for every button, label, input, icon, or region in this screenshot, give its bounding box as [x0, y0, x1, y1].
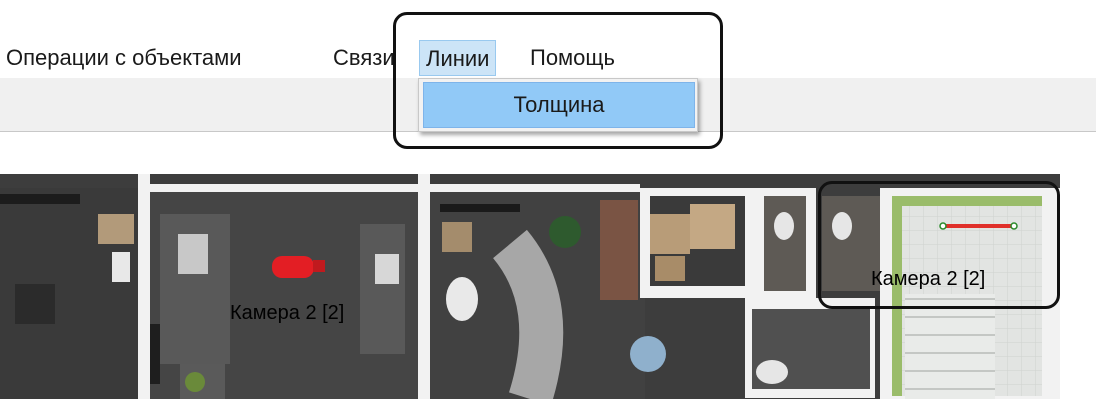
- menu-item-help[interactable]: Помощь: [530, 40, 615, 76]
- camera-label-right[interactable]: Камера 2 [2]: [871, 268, 985, 291]
- menu-item-thickness[interactable]: Толщина: [423, 82, 695, 128]
- camera-icon: [272, 256, 314, 278]
- menu-item-lines[interactable]: Линии: [419, 40, 497, 76]
- menu-bar: Операции с объектами Связи Линии Помощь: [0, 36, 1096, 78]
- menu-item-links[interactable]: Связи: [333, 40, 395, 76]
- menu-item-object-operations[interactable]: Операции с объектами: [6, 40, 242, 76]
- lines-dropdown-menu: Толщина: [418, 78, 698, 132]
- camera-label-left[interactable]: Камера 2 [2]: [230, 302, 344, 325]
